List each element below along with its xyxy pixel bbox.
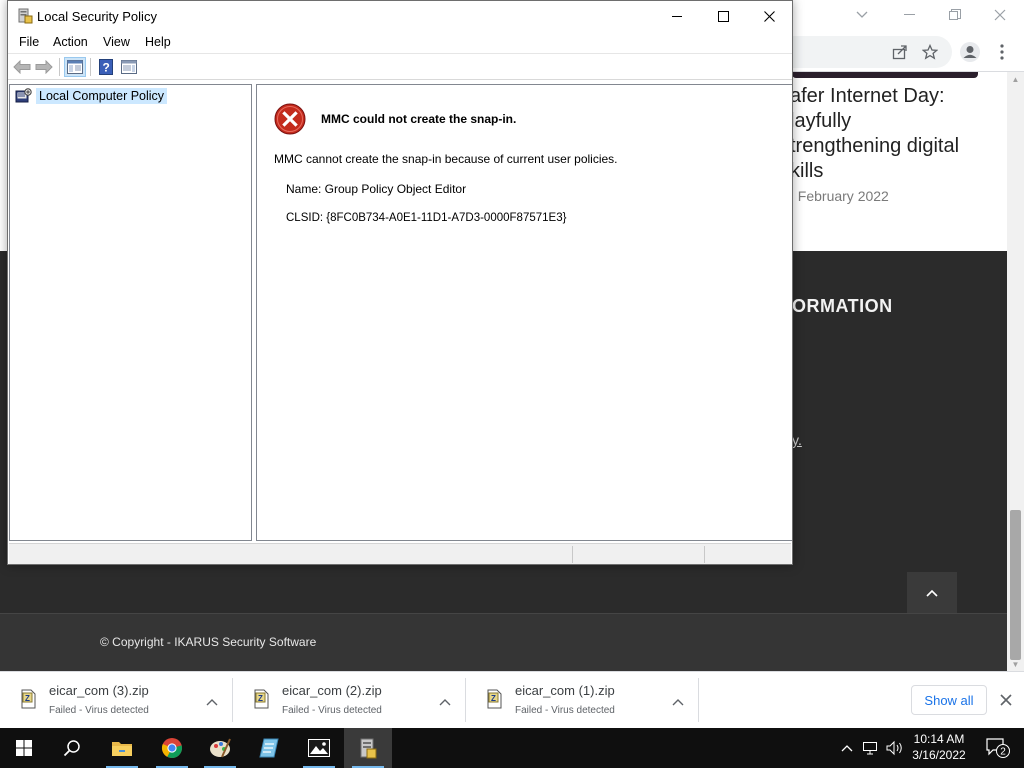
notification-count: 2 <box>1000 747 1006 758</box>
svg-text:Z: Z <box>258 694 263 703</box>
close-icon[interactable] <box>746 1 792 32</box>
download-filename: eicar_com (2).zip <box>282 683 382 698</box>
download-status: Failed - Virus detected <box>515 705 615 716</box>
mmc-window: Local Security Policy File Action View H… <box>7 0 793 565</box>
download-filename: eicar_com (3).zip <box>49 683 149 698</box>
chevron-up-icon[interactable] <box>200 690 224 714</box>
downloads-bar: Z eicar_com (3).zip Failed - Virus detec… <box>0 671 1024 728</box>
chrome-icon[interactable] <box>148 728 196 768</box>
mmc-window-title: Local Security Policy <box>37 9 157 24</box>
action-center-icon[interactable]: 2 <box>978 728 1018 768</box>
copyright-bar: © Copyright - IKARUS Security Software <box>0 613 1007 671</box>
browser-toolbar <box>792 32 1024 72</box>
menu-action[interactable]: Action <box>51 35 90 49</box>
security-policy-icon[interactable] <box>344 728 392 768</box>
minimize-icon[interactable] <box>654 1 700 32</box>
browser-restore-icon[interactable] <box>941 4 969 26</box>
zip-file-icon: Z <box>254 689 269 709</box>
desktop-screen: afer Internet Day: layfully trengthening… <box>0 0 1024 768</box>
zip-file-icon: Z <box>21 689 36 709</box>
chevron-down-icon[interactable] <box>848 4 876 26</box>
policy-node-icon <box>15 88 32 103</box>
svg-text:?: ? <box>103 61 110 75</box>
scroll-down-arrow-icon[interactable]: ▼ <box>1007 657 1024 671</box>
browser-minimize-icon[interactable] <box>896 4 924 26</box>
windows-start-icon[interactable] <box>0 728 48 768</box>
show-hide-console-tree-icon[interactable] <box>64 57 86 77</box>
volume-icon[interactable] <box>884 728 906 768</box>
show-hidden-icons-chevron-up-icon[interactable] <box>838 728 856 768</box>
toolbar-separator <box>59 58 60 76</box>
error-message: MMC cannot create the snap-in because of… <box>274 152 618 166</box>
svg-text:Z: Z <box>25 694 30 703</box>
clock-time: 10:14 AM <box>913 732 965 746</box>
profile-avatar-icon[interactable] <box>958 40 982 64</box>
console-tree-pane[interactable]: Local Computer Policy <box>9 84 252 541</box>
chevron-up-icon <box>926 589 938 597</box>
bookmark-star-icon[interactable] <box>918 40 942 64</box>
mmc-status-bar <box>9 543 791 564</box>
mmc-toolbar: ? <box>8 54 792 80</box>
clock-date: 3/16/2022 <box>912 748 966 762</box>
chevron-up-icon[interactable] <box>433 690 457 714</box>
show-all-downloads-button[interactable]: Show all <box>911 685 987 715</box>
share-icon[interactable] <box>888 40 912 64</box>
file-explorer-icon[interactable] <box>98 728 146 768</box>
notepad-icon[interactable] <box>245 728 293 768</box>
forward-arrow-icon[interactable] <box>33 57 55 77</box>
show-action-pane-icon[interactable] <box>118 57 140 77</box>
browser-close-icon[interactable] <box>986 4 1014 26</box>
download-status: Failed - Virus detected <box>49 705 149 716</box>
security-policy-app-icon <box>18 8 33 24</box>
zip-file-icon: Z <box>487 689 502 709</box>
download-filename: eicar_com (1).zip <box>515 683 615 698</box>
back-arrow-icon[interactable] <box>11 57 33 77</box>
network-icon[interactable] <box>860 728 882 768</box>
download-item[interactable]: Z eicar_com (3).zip Failed - Virus detec… <box>0 678 233 722</box>
article-title[interactable]: afer Internet Day: layfully trengthening… <box>790 84 1010 184</box>
article-date: . February 2022 <box>790 188 889 204</box>
scrollbar-thumb[interactable] <box>1010 510 1021 660</box>
browser-scrollbar[interactable]: ▲ ▼ <box>1007 72 1024 671</box>
snap-in-name: Name: Group Policy Object Editor <box>286 182 467 196</box>
download-item[interactable]: Z eicar_com (2).zip Failed - Virus detec… <box>233 678 466 722</box>
status-bar-divider <box>572 546 573 563</box>
status-bar-divider <box>704 546 705 563</box>
snap-in-clsid: CLSID: {8FC0B734-A0E1-11D1-A7D3-0000F875… <box>286 212 567 224</box>
scroll-up-arrow-icon[interactable]: ▲ <box>1007 72 1024 86</box>
more-menu-icon[interactable] <box>990 40 1014 64</box>
chevron-up-icon[interactable] <box>666 690 690 714</box>
download-status: Failed - Virus detected <box>282 705 382 716</box>
maximize-icon[interactable] <box>700 1 746 32</box>
help-icon[interactable]: ? <box>95 57 117 77</box>
paint-icon[interactable] <box>196 728 244 768</box>
windows-taskbar: 10:14 AM 3/16/2022 2 <box>0 728 1024 768</box>
svg-text:Z: Z <box>491 694 496 703</box>
copyright-text: © Copyright - IKARUS Security Software <box>100 635 317 649</box>
photos-icon[interactable] <box>295 728 343 768</box>
menu-file[interactable]: File <box>17 35 41 49</box>
menu-view[interactable]: View <box>101 35 132 49</box>
footer-link[interactable]: y. <box>792 432 802 448</box>
clock[interactable]: 10:14 AM 3/16/2022 <box>906 731 972 763</box>
menu-help[interactable]: Help <box>143 35 173 49</box>
search-icon[interactable] <box>48 728 96 768</box>
scroll-to-top-button[interactable] <box>907 572 957 614</box>
error-icon <box>274 103 306 135</box>
tree-item-label: Local Computer Policy <box>36 88 168 104</box>
result-pane: MMC could not create the snap-in. MMC ca… <box>256 84 792 541</box>
toolbar-separator <box>90 58 91 76</box>
tree-item-local-computer-policy[interactable]: Local Computer Policy <box>14 87 168 105</box>
download-item[interactable]: Z eicar_com (1).zip Failed - Virus detec… <box>466 678 699 722</box>
mmc-menubar: File Action View Help <box>8 32 792 54</box>
close-downloads-bar-icon[interactable] <box>995 689 1017 711</box>
footer-heading: ORMATION <box>792 296 893 316</box>
article-hero-image <box>792 72 978 78</box>
mmc-titlebar[interactable]: Local Security Policy <box>8 1 792 32</box>
error-title: MMC could not create the snap-in. <box>321 112 517 126</box>
